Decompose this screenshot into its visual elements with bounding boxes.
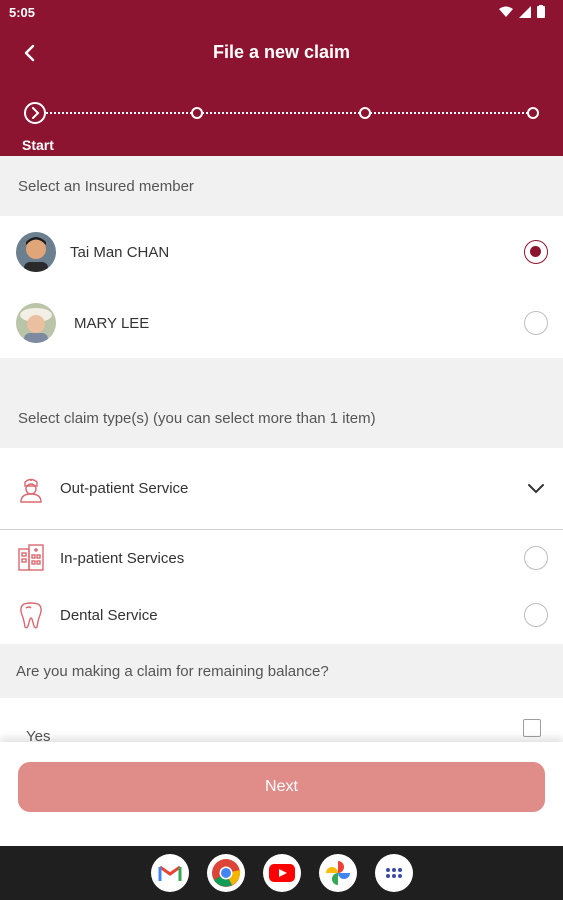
step-2-indicator [191, 107, 203, 119]
hospital-icon [16, 543, 46, 573]
claim-type-outpatient[interactable]: Out-patient Service [0, 448, 563, 529]
remaining-balance-question: Are you making a claim for remaining bal… [0, 644, 563, 698]
youtube-icon[interactable] [262, 854, 301, 892]
gmail-icon[interactable] [150, 854, 189, 892]
claim-type-dental[interactable]: Dental Service [0, 587, 563, 644]
claim-type-inpatient[interactable]: In-patient Services [0, 530, 563, 587]
member-radio-selected[interactable] [524, 240, 548, 264]
battery-icon [537, 5, 545, 18]
claim-type-radio[interactable] [524, 603, 548, 627]
insured-section-title: Select an Insured member [0, 156, 563, 216]
member-name: MARY LEE [74, 314, 150, 332]
status-time: 5:05 [9, 5, 36, 20]
status-bar: 5:05 [0, 0, 563, 26]
system-dock [0, 846, 563, 900]
claim-type-label: Dental Service [60, 607, 158, 624]
avatar [16, 232, 56, 272]
tooth-icon [16, 600, 46, 630]
chrome-icon[interactable] [206, 854, 245, 892]
member-radio[interactable] [524, 311, 548, 335]
status-icons [499, 5, 545, 18]
step-4-indicator [527, 107, 539, 119]
member-name: Tai Man CHAN [70, 243, 170, 261]
step-start-indicator [24, 102, 46, 124]
app-drawer-icon[interactable] [374, 854, 413, 892]
doctor-icon [16, 474, 46, 504]
member-row-tai-man-chan[interactable]: Tai Man CHAN [0, 216, 563, 288]
step-3-indicator [359, 107, 371, 119]
claim-type-radio[interactable] [524, 546, 548, 570]
step-label: Start [22, 137, 54, 153]
avatar [16, 303, 56, 343]
app-header: 5:05 File a new claim Start [0, 0, 563, 156]
photos-icon[interactable] [318, 854, 357, 892]
claim-type-section-title: Select claim type(s) (you can select mor… [18, 409, 376, 427]
chevron-right-icon [32, 107, 40, 119]
yes-checkbox[interactable] [523, 719, 541, 737]
claim-type-label: In-patient Services [60, 550, 185, 567]
chevron-down-icon[interactable] [527, 483, 545, 495]
next-button[interactable]: Next [18, 762, 545, 812]
claim-type-label: Out-patient Service [60, 480, 189, 497]
step-connector [34, 112, 536, 114]
wifi-icon [499, 6, 513, 17]
page-title: File a new claim [212, 42, 351, 62]
progress-stepper [24, 102, 540, 124]
signal-icon [519, 5, 531, 18]
member-row-mary-lee[interactable]: MARY LEE [0, 288, 563, 358]
